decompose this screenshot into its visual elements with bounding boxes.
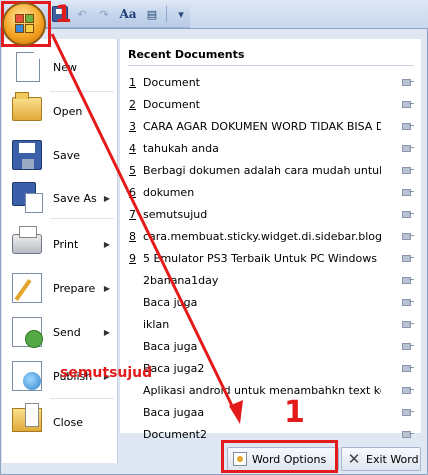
office-button[interactable] [2, 2, 46, 46]
office-logo-icon [15, 14, 35, 34]
red-arrow [50, 33, 243, 424]
